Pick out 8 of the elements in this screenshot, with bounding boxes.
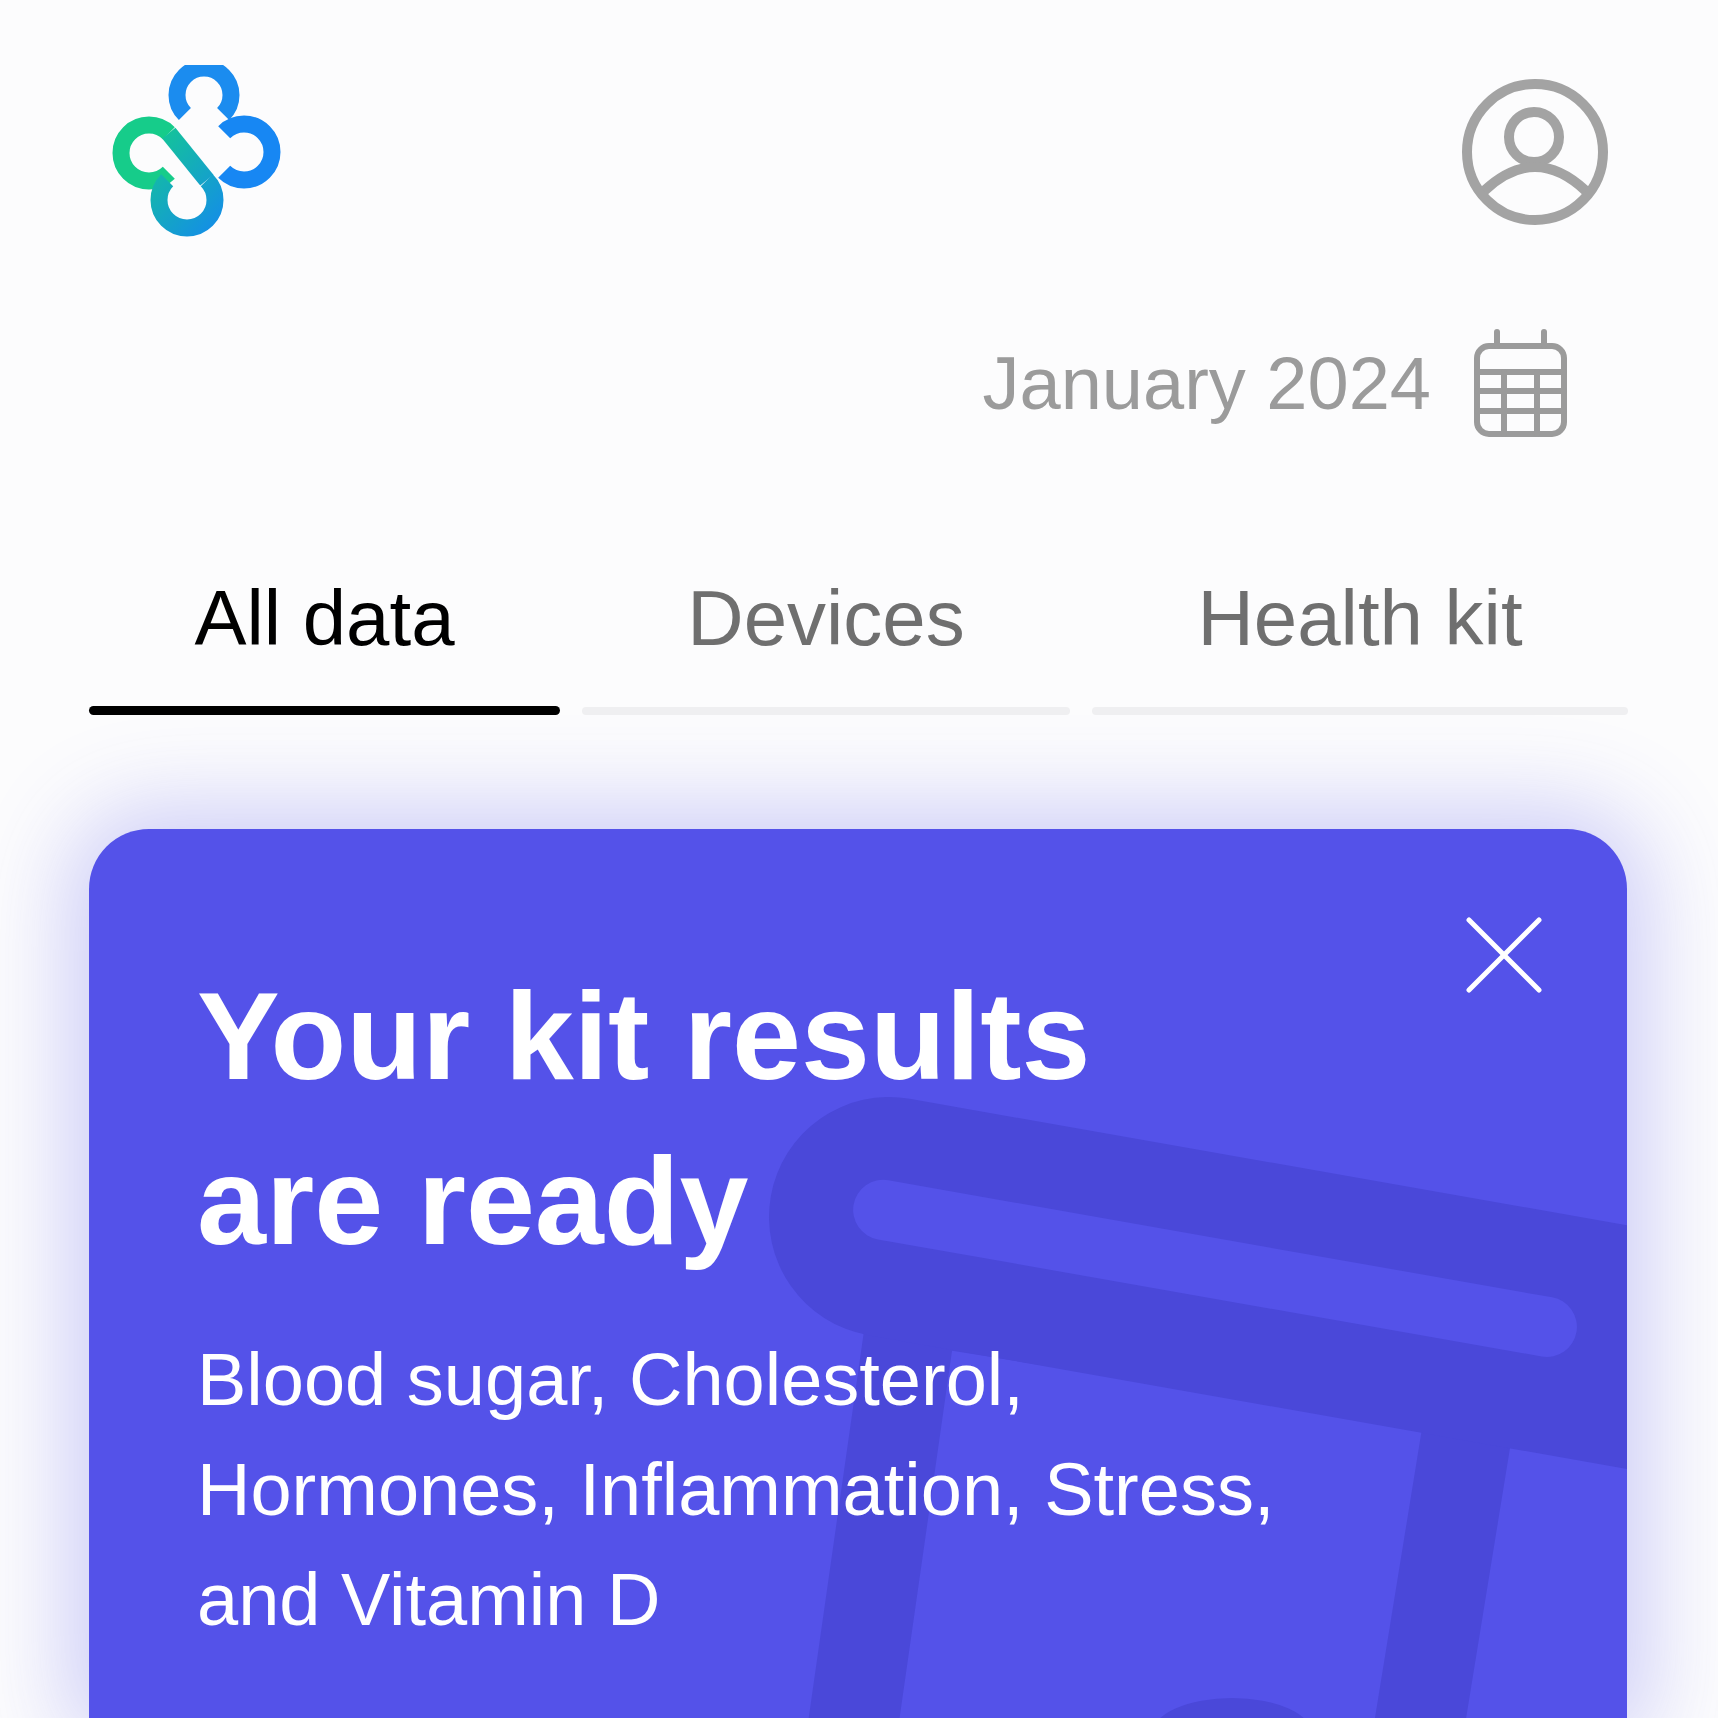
tab[interactable]: All data <box>89 579 560 715</box>
tab[interactable]: Devices <box>581 579 1071 715</box>
banner-text: Blood sugar, Cholesterol, Hormones, Inflammation, Stress, and Vitamin D <box>197 1337 1276 1643</box>
month-picker-button[interactable]: January 2024 <box>982 329 1567 437</box>
calendar-icon <box>1474 329 1567 437</box>
tab[interactable]: Health kit <box>1092 579 1628 715</box>
banner-title: Your kit results are ready <box>197 966 1092 1272</box>
close-icon[interactable] <box>1466 917 1542 993</box>
